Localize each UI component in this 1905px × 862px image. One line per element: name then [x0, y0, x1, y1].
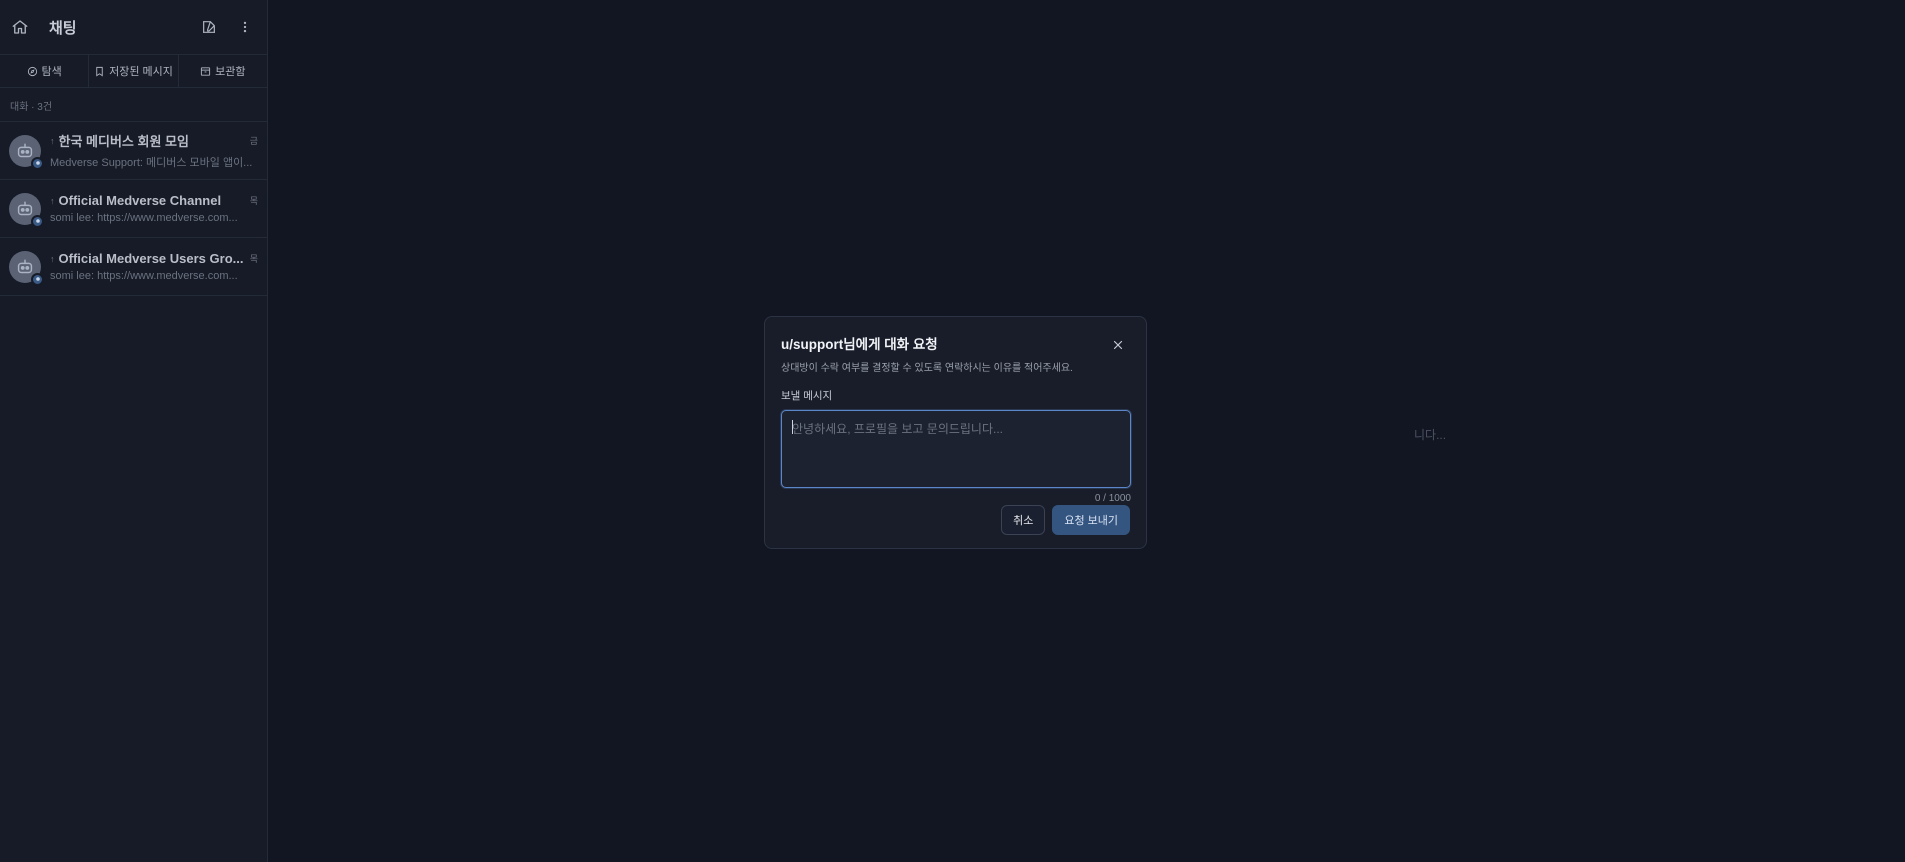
- avatar: [9, 192, 44, 228]
- send-request-button[interactable]: 요청 보내기: [1052, 505, 1130, 535]
- conversation-preview: Medverse Support: 메디버스 모바일 앱이...: [50, 157, 253, 169]
- sidebar-title: 채팅: [49, 19, 77, 37]
- cancel-button[interactable]: 취소: [1001, 505, 1046, 535]
- sidebar-header: 채팅: [0, 0, 267, 54]
- home-icon[interactable]: [10, 17, 30, 37]
- tab-saved-messages-label: 저장된 메시지: [109, 66, 173, 78]
- group-badge-icon: [31, 272, 44, 286]
- avatar: [9, 250, 44, 286]
- conversation-top: ↑ Official Medverse Channel 목: [50, 193, 258, 208]
- app-root: 채팅 탐색 저장된 메시지 보관함 대화 · 3건 ↑ 한국 메디버스 회원 모…: [0, 0, 1905, 862]
- background-hint-text: 니다...: [1414, 428, 1447, 442]
- conversation-body: ↑ Official Medverse Channel 목 somi lee: …: [50, 193, 258, 224]
- conversation-time: 금: [249, 136, 258, 146]
- archive-icon: [201, 66, 211, 76]
- tab-archive[interactable]: 보관함: [179, 55, 267, 87]
- pin-icon: ↑: [50, 135, 55, 146]
- compass-icon: [27, 66, 37, 76]
- chat-request-modal: u/support님에게 대화 요청 상대방이 수락 여부를 결정할 수 있도록…: [764, 316, 1147, 549]
- conversation-body: ↑ Official Medverse Users Gro... 목 somi …: [50, 251, 258, 282]
- group-badge-icon: [31, 156, 44, 170]
- conversation-body: ↑ 한국 메디버스 회원 모임 금 Medverse Support: 메디버스…: [50, 131, 258, 170]
- sidebar: 채팅 탐색 저장된 메시지 보관함 대화 · 3건 ↑ 한국 메디버스 회원 모…: [0, 0, 268, 862]
- character-counter: 0 / 1000: [1094, 493, 1131, 504]
- conversation-preview: somi lee: https://www.medverse.com...: [50, 270, 238, 282]
- conversation-count: 대화 · 3건: [0, 88, 267, 122]
- avatar: [9, 134, 44, 170]
- conversation-item[interactable]: ↑ Official Medverse Users Gro... 목 somi …: [0, 238, 267, 296]
- conversation-top: ↑ Official Medverse Users Gro... 목: [50, 251, 258, 266]
- more-vertical-icon[interactable]: [233, 15, 257, 39]
- tab-saved-messages[interactable]: 저장된 메시지: [89, 55, 179, 87]
- pin-icon: ↑: [50, 253, 55, 264]
- conversation-name: Official Medverse Channel: [58, 193, 222, 208]
- tab-explore[interactable]: 탐색: [0, 55, 90, 87]
- message-input[interactable]: 안녕하세요, 프로필을 보고 문의드립니다...: [781, 410, 1131, 488]
- pin-icon: ↑: [50, 195, 55, 206]
- tab-archive-label: 보관함: [215, 66, 246, 78]
- text-caret: [792, 420, 793, 434]
- modal-actions: 취소 요청 보내기: [1001, 505, 1130, 535]
- close-icon[interactable]: [1110, 337, 1126, 353]
- conversation-item[interactable]: ↑ 한국 메디버스 회원 모임 금 Medverse Support: 메디버스…: [0, 122, 267, 180]
- conversation-name: Official Medverse Users Gro...: [58, 251, 244, 266]
- message-field-label: 보낼 메시지: [781, 390, 833, 402]
- bookmark-icon: [96, 66, 103, 76]
- modal-title: u/support님에게 대화 요청: [781, 337, 938, 352]
- modal-description: 상대방이 수락 여부를 결정할 수 있도록 연락하시는 이유를 적어주세요.: [781, 363, 1073, 374]
- compose-icon[interactable]: [197, 15, 221, 39]
- conversation-top: ↑ 한국 메디버스 회원 모임 금: [50, 131, 258, 150]
- conversation-item[interactable]: ↑ Official Medverse Channel 목 somi lee: …: [0, 180, 267, 238]
- sidebar-tabs: 탐색 저장된 메시지 보관함: [0, 54, 267, 88]
- group-badge-icon: [31, 214, 44, 228]
- conversation-name: 한국 메디버스 회원 모임: [58, 134, 189, 149]
- conversation-time: 목: [249, 254, 258, 264]
- message-input-placeholder: 안녕하세요, 프로필을 보고 문의드립니다...: [792, 422, 1004, 436]
- tab-explore-label: 탐색: [41, 66, 62, 78]
- conversation-preview: somi lee: https://www.medverse.com...: [50, 212, 238, 224]
- conversation-time: 목: [249, 196, 258, 206]
